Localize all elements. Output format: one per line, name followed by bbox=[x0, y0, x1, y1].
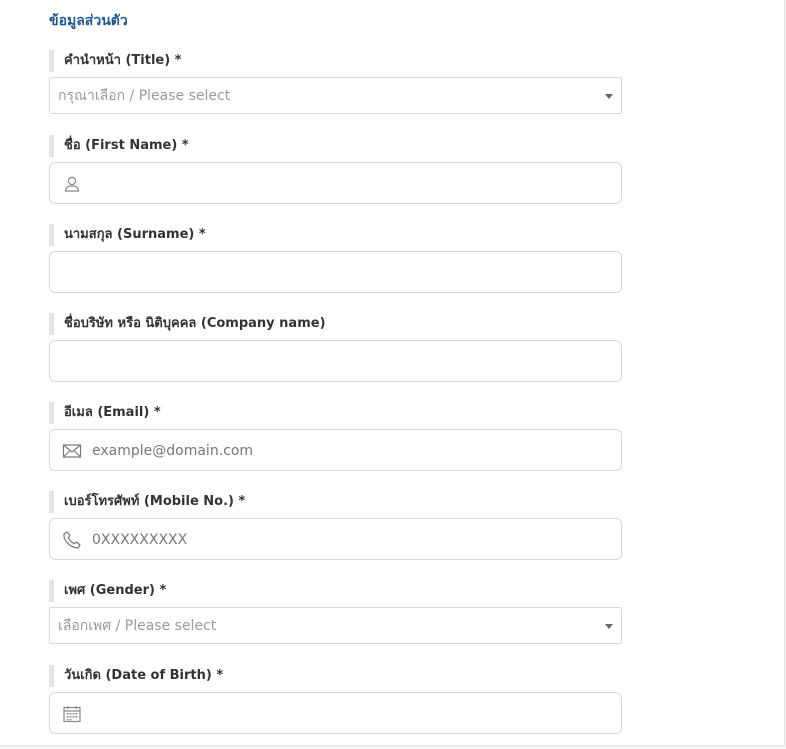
first-name-input[interactable] bbox=[49, 162, 622, 204]
surname-input[interactable] bbox=[49, 251, 622, 293]
mobile-label: เบอร์โทรศัพท์ (Mobile No.) * bbox=[49, 491, 245, 513]
title-label: คำนำหน้า (Title) * bbox=[49, 50, 181, 72]
title-select[interactable]: กรุณาเลือก / Please select bbox=[49, 77, 622, 114]
chevron-down-icon bbox=[605, 624, 613, 629]
email-placeholder: example@domain.com bbox=[92, 443, 254, 459]
title-select-value: กรุณาเลือก / Please select bbox=[58, 88, 231, 104]
company-input[interactable] bbox=[49, 340, 622, 382]
chevron-down-icon bbox=[605, 94, 613, 99]
gender-select[interactable]: เลือกเพศ / Please select bbox=[49, 607, 622, 644]
first-name-label: ชื่อ (First Name) * bbox=[49, 135, 189, 157]
section-title: ข้อมูลส่วนตัว bbox=[49, 13, 128, 29]
email-label: อีเมล (Email) * bbox=[49, 402, 161, 424]
mail-icon bbox=[62, 444, 82, 458]
dob-input[interactable] bbox=[49, 692, 622, 734]
phone-icon bbox=[63, 531, 81, 549]
surname-label: นามสกุล (Surname) * bbox=[49, 224, 206, 246]
email-input[interactable]: example@domain.com bbox=[49, 429, 622, 471]
gender-label: เพศ (Gender) * bbox=[49, 580, 166, 602]
company-label: ชื่อบริษัท หรือ นิติบุคคล (Company name) bbox=[49, 313, 326, 335]
mobile-input[interactable]: 0XXXXXXXXX bbox=[49, 518, 622, 560]
user-icon bbox=[64, 176, 80, 192]
dob-label: วันเกิด (Date of Birth) * bbox=[49, 665, 223, 687]
personal-info-form: ข้อมูลส่วนตัว คำนำหน้า (Title) * กรุณาเล… bbox=[0, 0, 785, 746]
calendar-icon bbox=[63, 706, 81, 723]
mobile-placeholder: 0XXXXXXXXX bbox=[92, 532, 188, 548]
gender-select-value: เลือกเพศ / Please select bbox=[58, 618, 217, 634]
